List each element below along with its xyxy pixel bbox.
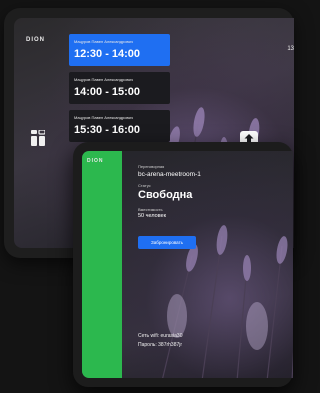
slot-time: 12:30 - 14:00 bbox=[74, 48, 141, 60]
clock-partial: 13 bbox=[287, 46, 294, 52]
schedule-slot-1[interactable]: Мацуров Павел Александрович 12:30 - 14:0… bbox=[69, 34, 170, 66]
slot-time: 14:00 - 15:00 bbox=[74, 86, 141, 98]
slot-time: 15:30 - 16:00 bbox=[74, 124, 141, 136]
status-label: Статус bbox=[138, 183, 151, 188]
slot-organizer: Мацуров Павел Александрович bbox=[74, 115, 133, 120]
dion-logo: DION bbox=[26, 37, 45, 43]
status-value: Свободна bbox=[138, 189, 193, 201]
wifi-password: Пароль: 387rh387jr bbox=[138, 342, 183, 348]
wifi-network: Сеть wifi: eurasia30 bbox=[138, 333, 183, 339]
room-status-tablet: DION Переговорная bc-arena-meetroom-1 Ст… bbox=[73, 142, 293, 387]
room-id: bc-arena-meetroom-1 bbox=[138, 171, 201, 178]
book-button[interactable]: Забронировать bbox=[138, 236, 196, 249]
info-icon[interactable] bbox=[31, 130, 45, 146]
dion-logo: DION bbox=[87, 158, 104, 164]
room-title-label: Переговорная bbox=[138, 164, 165, 169]
schedule-slot-3[interactable]: Мацуров Павел Александрович 15:30 - 16:0… bbox=[69, 110, 170, 142]
lavender-background-image bbox=[162, 225, 293, 378]
slot-organizer: Мацуров Павел Александрович bbox=[74, 39, 133, 44]
capacity-value: 50 человек bbox=[138, 213, 167, 219]
slot-organizer: Мацуров Павел Александрович bbox=[74, 77, 133, 82]
schedule-slot-2[interactable]: Мацуров Павел Александрович 14:00 - 15:0… bbox=[69, 72, 170, 104]
status-color-bar: DION bbox=[82, 151, 122, 378]
room-status-screen: DION Переговорная bc-arena-meetroom-1 Ст… bbox=[82, 151, 293, 378]
capacity-label: Вместимость bbox=[138, 207, 163, 212]
